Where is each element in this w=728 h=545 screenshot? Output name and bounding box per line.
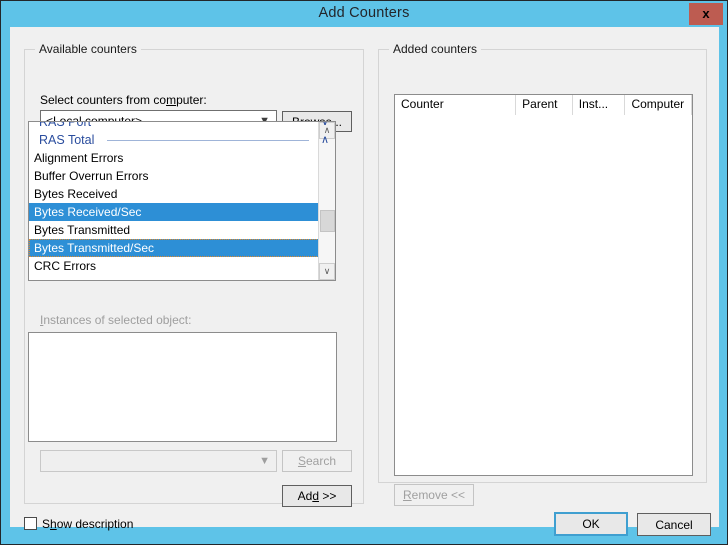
added-column-header[interactable]: Counter [395, 95, 517, 115]
checkbox-box[interactable] [24, 517, 37, 530]
scrollbar-thumb[interactable] [320, 210, 335, 232]
counter-group-label: RAS Total [39, 133, 101, 147]
added-counters-table[interactable]: Counter Parent Inst... Computer [394, 94, 693, 476]
added-column-header[interactable]: Computer [625, 95, 692, 115]
counter-list-item[interactable]: Bytes Transmitted/Sec [29, 239, 335, 257]
counter-list-item[interactable]: Bytes Transmitted [29, 221, 335, 239]
remove-button[interactable]: Remove << [394, 484, 474, 506]
show-description-label: Show description [42, 517, 134, 531]
added-counters-header: Counter Parent Inst... Computer [395, 95, 692, 116]
search-button[interactable]: Search [282, 450, 352, 472]
counter-list-item[interactable]: Buffer Overrun Errors [29, 167, 335, 185]
select-computer-label: Select counters from computer: [40, 93, 207, 107]
added-counters-group: Added counters Counter Parent Inst... Compu… [378, 42, 707, 506]
ok-button[interactable]: OK [554, 512, 628, 536]
instance-filter-combo[interactable]: ▼ [40, 450, 277, 472]
chevron-down-icon[interactable]: ∨ [321, 122, 329, 131]
added-column-header[interactable]: Inst... [573, 95, 626, 115]
added-column-header[interactable]: Parent [516, 95, 573, 115]
counter-list-item[interactable]: Bytes Received [29, 185, 335, 203]
counter-list-item[interactable]: Bytes Received/Sec [29, 203, 335, 221]
window-title: Add Counters [318, 5, 410, 21]
add-counters-dialog: Add Counters x Available counters Select… [0, 0, 728, 545]
chevron-up-icon[interactable]: ∧ [321, 131, 329, 149]
add-button[interactable]: Add >> [282, 485, 352, 507]
counter-list-item[interactable]: CRC Errors [29, 257, 335, 275]
counter-group-row[interactable]: RAS Port ∨ [29, 122, 335, 131]
instances-list[interactable] [28, 332, 337, 442]
available-counters-label: Available counters [35, 42, 141, 56]
instances-label: Instances of selected object: [40, 313, 192, 327]
chevron-down-icon: ▼ [259, 455, 270, 467]
available-counters-list[interactable]: RAS Port ∨ RAS Total ∧ Alignment Errors Buffe… [28, 121, 336, 281]
close-icon[interactable]: x [689, 3, 723, 25]
counter-list-item[interactable]: Alignment Errors [29, 149, 335, 167]
added-counters-label: Added counters [389, 42, 482, 56]
counter-group-label: RAS Port [39, 122, 98, 129]
cancel-button[interactable]: Cancel [637, 513, 711, 536]
added-counters-body[interactable] [395, 115, 692, 475]
scroll-down-icon[interactable]: ∨ [319, 263, 335, 280]
dialog-client-area: Available counters Select counters from … [10, 27, 719, 536]
counter-group-rule [107, 140, 309, 141]
available-counters-items: RAS Port ∨ RAS Total ∧ Alignment Errors Buffe… [29, 122, 335, 275]
counter-group-row[interactable]: RAS Total ∧ [29, 131, 335, 149]
title-bar: Add Counters x [1, 1, 727, 27]
